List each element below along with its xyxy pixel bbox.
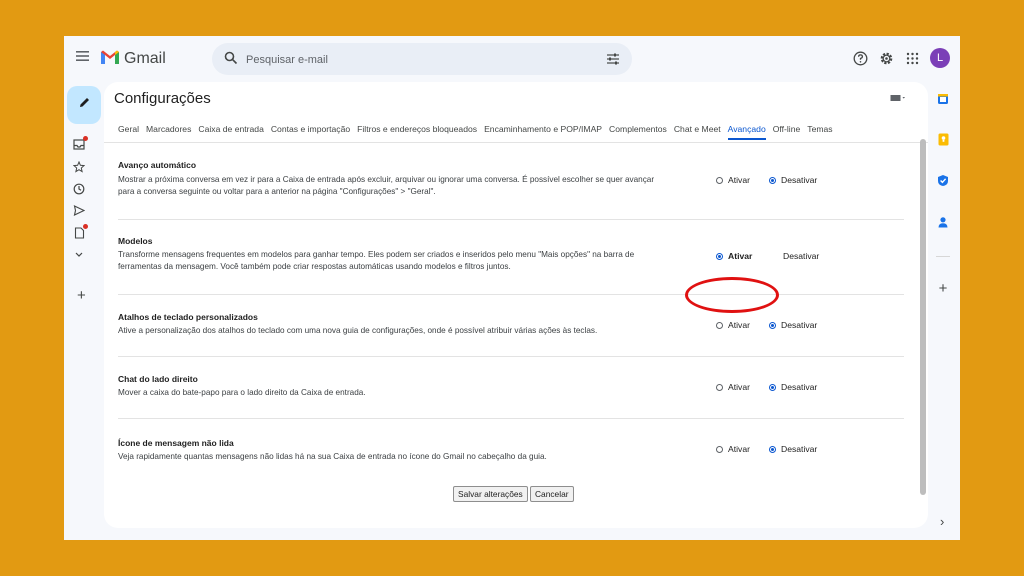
tab-encaminhamento[interactable]: Encaminhamento e POP/IMAP (484, 124, 602, 140)
highlight-circle (685, 277, 779, 313)
gmail-window: Gmail L (64, 36, 960, 540)
tune-icon[interactable] (606, 52, 620, 70)
keep-icon[interactable] (938, 133, 949, 151)
unread-dot (83, 136, 88, 141)
setting-description: Transforme mensagens frequentes em model… (118, 250, 635, 271)
settings-tabs: Geral Marcadores Caixa de entrada Contas… (118, 124, 833, 140)
setting-description: Mover a caixa do bate-papo para o lado d… (118, 388, 366, 397)
radio-desativar[interactable] (769, 445, 776, 453)
chevron-down-icon[interactable] (72, 248, 86, 261)
radio-ativar[interactable] (716, 445, 723, 453)
option-ativar[interactable]: Ativar (716, 175, 750, 185)
search-icon[interactable] (224, 51, 238, 70)
tab-complementos[interactable]: Complementos (609, 124, 667, 140)
tab-caixa-de-entrada[interactable]: Caixa de entrada (198, 124, 263, 140)
right-side-panel: + (936, 92, 950, 297)
draft-dot (83, 224, 88, 229)
calendar-icon[interactable] (937, 92, 949, 110)
option-ativar[interactable]: Ativar (716, 320, 750, 330)
compose-button[interactable] (67, 86, 101, 124)
setting-row: Modelos Transforme mensagens frequentes … (118, 220, 904, 295)
option-desativar[interactable]: Desativar (769, 444, 817, 454)
chevron-right-icon[interactable]: › (940, 514, 944, 529)
setting-title: Ícone de mensagem não lida (118, 438, 234, 448)
setting-title: Modelos (118, 236, 153, 246)
setting-row: Atalhos de teclado personalizados Ative … (118, 295, 904, 357)
option-ativar[interactable]: Ativar (716, 444, 750, 454)
contacts-icon[interactable] (937, 215, 949, 233)
option-desativar[interactable]: Desativar (769, 382, 817, 392)
radio-desativar[interactable] (769, 176, 776, 184)
gear-icon[interactable] (878, 50, 894, 66)
tab-chat-e-meet[interactable]: Chat e Meet (674, 124, 721, 140)
top-bar: Gmail L (64, 36, 960, 82)
star-icon[interactable] (72, 160, 86, 173)
tasks-icon[interactable] (937, 174, 949, 192)
left-nav (72, 136, 88, 261)
tab-marcadores[interactable]: Marcadores (146, 124, 191, 140)
top-right-actions: L (852, 48, 950, 68)
cancel-button[interactable]: Cancelar (530, 486, 574, 502)
option-desativar[interactable]: Desativar (769, 175, 817, 185)
radio-desativar[interactable] (769, 321, 776, 329)
get-add-ons-plus-icon[interactable]: + (939, 280, 948, 297)
apps-grid-icon[interactable] (904, 50, 920, 66)
setting-row: Avanço automático Mostrar a próxima conv… (118, 143, 904, 220)
tab-geral[interactable]: Geral (118, 124, 139, 140)
divider (936, 256, 950, 257)
setting-row: Chat do lado direito Mover a caixa do ba… (118, 357, 904, 419)
clock-icon[interactable] (72, 182, 86, 195)
tab-off-line[interactable]: Off-line (773, 124, 801, 140)
scrollbar[interactable] (920, 139, 926, 495)
radio-ativar[interactable] (716, 252, 723, 260)
radio-ativar[interactable] (716, 383, 723, 391)
option-ativar[interactable]: Ativar (716, 382, 750, 392)
tab-filtros[interactable]: Filtros e endereços bloqueados (357, 124, 477, 140)
menu-icon[interactable] (76, 50, 90, 64)
pencil-icon (78, 96, 91, 114)
radio-ativar[interactable] (716, 321, 723, 329)
radio-ativar[interactable] (716, 176, 723, 184)
tab-avancado[interactable]: Avançado (727, 124, 766, 140)
search-input[interactable] (244, 49, 588, 71)
gmail-logo-icon[interactable] (100, 49, 120, 70)
setting-title: Avanço automático (118, 160, 197, 170)
option-desativar[interactable]: Desativar (769, 320, 817, 330)
setting-title: Chat do lado direito (118, 374, 198, 384)
page-title: Configurações (114, 90, 211, 107)
setting-description: Veja rapidamente quantas mensagens não l… (118, 452, 547, 461)
inbox-icon[interactable] (72, 136, 88, 151)
setting-description: Mostrar a próxima conversa em vez ir par… (118, 175, 655, 196)
draft-icon[interactable] (72, 224, 88, 239)
option-ativar[interactable]: Ativar (716, 251, 752, 261)
avatar[interactable]: L (930, 48, 950, 68)
settings-panel: Configurações Geral Marcadores Caixa de … (104, 82, 928, 528)
option-desativar[interactable]: Desativar (783, 251, 819, 261)
tab-temas[interactable]: Temas (807, 124, 832, 140)
setting-description: Ative a personalização dos atalhos do te… (118, 326, 598, 335)
plus-icon[interactable]: + (77, 287, 86, 304)
radio-desativar[interactable] (769, 383, 776, 391)
save-button[interactable]: Salvar alterações (453, 486, 528, 502)
keyboard-icon[interactable] (890, 94, 906, 104)
search-bar[interactable] (212, 43, 632, 75)
setting-row: Ícone de mensagem não lida Veja rapidame… (118, 419, 904, 487)
app-name: Gmail (124, 50, 166, 67)
help-icon[interactable] (852, 50, 868, 66)
setting-title: Atalhos de teclado personalizados (118, 312, 258, 322)
send-icon[interactable] (72, 204, 86, 217)
tab-contas-e-importacao[interactable]: Contas e importação (271, 124, 350, 140)
